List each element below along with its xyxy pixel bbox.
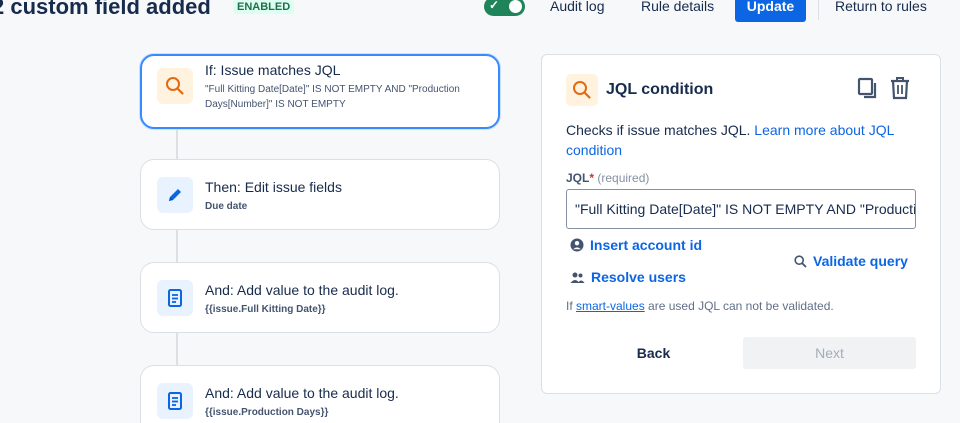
- toggle-knob: [509, 0, 522, 13]
- resolve-users-button[interactable]: Resolve users: [570, 269, 686, 285]
- flow-connector: [176, 229, 178, 263]
- step-subtitle: {{issue.Full Kitting Date}}: [205, 304, 326, 315]
- trash-icon[interactable]: [890, 76, 910, 105]
- users-icon: [570, 271, 585, 284]
- next-button[interactable]: Next: [743, 337, 916, 369]
- panel-description: Checks if issue matches JQL. Learn more …: [566, 120, 906, 160]
- flow-step-condition[interactable]: If: Issue matches JQL "Full Kitting Date…: [140, 54, 500, 129]
- search-icon: [157, 68, 193, 104]
- rule-title: 2 custom field added: [0, 0, 211, 19]
- jql-label-text: JQL: [566, 171, 590, 185]
- audit-log-button[interactable]: Audit log: [550, 0, 604, 22]
- insert-account-id-button[interactable]: Insert account id: [570, 237, 702, 253]
- jql-input[interactable]: "Full Kitting Date[Date]" IS NOT EMPTY A…: [566, 189, 916, 229]
- user-circle-icon: [570, 238, 584, 252]
- flow-step-edit-fields[interactable]: Then: Edit issue fields Due date: [140, 159, 500, 230]
- check-icon: ✓: [489, 0, 500, 12]
- validate-query-label: Validate query: [813, 253, 908, 269]
- note-prefix: If: [566, 299, 573, 313]
- jql-field-label: JQL* (required): [566, 171, 649, 185]
- smart-values-link[interactable]: smart-values: [576, 299, 645, 313]
- search-icon: [566, 74, 598, 106]
- step-title: Then: Edit issue fields: [205, 179, 342, 195]
- document-icon: [157, 280, 193, 316]
- return-to-rules-button[interactable]: Return to rules: [835, 0, 927, 22]
- validate-query-button[interactable]: Validate query: [794, 253, 908, 269]
- document-icon: [157, 383, 193, 419]
- jql-condition-panel: JQL condition Checks if issue matches JQ…: [541, 54, 941, 394]
- step-subtitle: Due date: [205, 201, 248, 212]
- header-divider: [818, 0, 819, 20]
- flow-connector: [176, 332, 178, 366]
- description-text: Checks if issue matches JQL.: [566, 122, 751, 138]
- back-button[interactable]: Back: [566, 337, 741, 369]
- update-button[interactable]: Update: [735, 0, 806, 22]
- rule-header: 2 custom field added ENABLED ✓ Audit log…: [0, 0, 960, 30]
- note-suffix: are used JQL can not be validated.: [648, 299, 834, 313]
- panel-title: JQL condition: [606, 81, 714, 98]
- step-subtitle: "Full Kitting Date[Date]" IS NOT EMPTY A…: [205, 84, 460, 110]
- step-title: And: Add value to the audit log.: [205, 282, 399, 298]
- insert-account-id-label: Insert account id: [590, 237, 703, 253]
- flow-step-audit-log[interactable]: And: Add value to the audit log. {{issue…: [140, 365, 500, 423]
- copy-icon[interactable]: [857, 77, 879, 104]
- step-subtitle: {{issue.Production Days}}: [205, 407, 329, 418]
- flow-step-audit-log[interactable]: And: Add value to the audit log. {{issue…: [140, 262, 500, 333]
- jql-input-value: "Full Kitting Date[Date]" IS NOT EMPTY A…: [575, 201, 916, 217]
- status-badge: ENABLED: [233, 0, 295, 14]
- pencil-icon: [157, 177, 193, 213]
- search-icon: [794, 254, 807, 268]
- rule-details-button[interactable]: Rule details: [641, 0, 714, 22]
- smart-values-note: If smart-values are used JQL can not be …: [566, 299, 834, 313]
- step-title: If: Issue matches JQL: [205, 62, 341, 78]
- required-hint: (required): [597, 171, 650, 185]
- required-star: *: [589, 171, 595, 185]
- flow-connector: [176, 128, 178, 160]
- rule-enabled-toggle[interactable]: ✓: [484, 0, 525, 16]
- resolve-users-label: Resolve users: [591, 269, 686, 285]
- step-title: And: Add value to the audit log.: [205, 385, 399, 401]
